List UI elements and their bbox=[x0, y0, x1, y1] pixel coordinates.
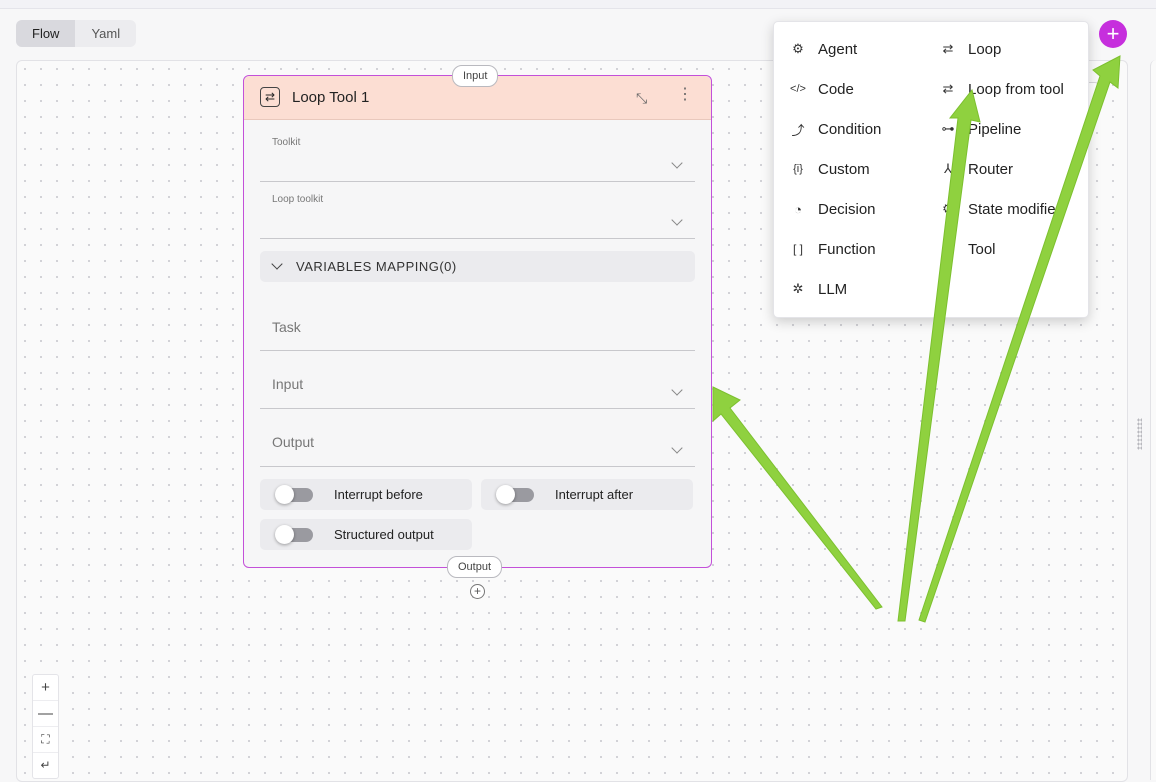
annotation-arrow-to-add-button bbox=[918, 55, 1121, 623]
annotation-arrow-to-menu bbox=[897, 88, 981, 622]
annotation-arrows bbox=[712, 55, 1121, 623]
annotation-arrow-to-node bbox=[712, 386, 883, 610]
